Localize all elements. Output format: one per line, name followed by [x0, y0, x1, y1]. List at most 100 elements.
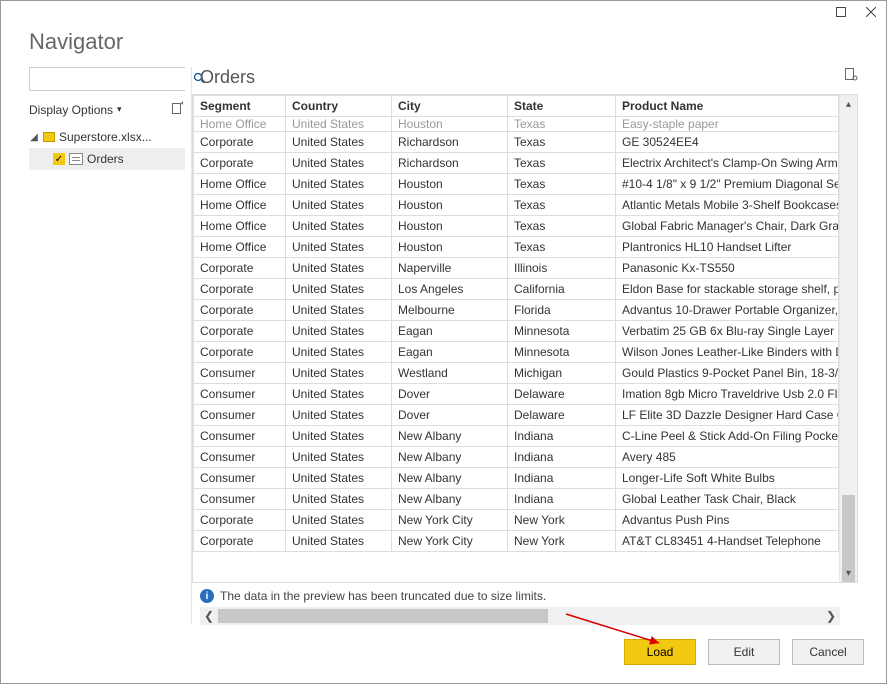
cell-state: Minnesota	[508, 342, 616, 363]
table-row[interactable]: CorporateUnited StatesMelbourneFloridaAd…	[194, 300, 839, 321]
tree-file-node[interactable]: ◢ Superstore.xlsx...	[29, 126, 185, 148]
cell-city: Richardson	[392, 153, 508, 174]
cell-state: Texas	[508, 174, 616, 195]
sheet-name-label: Orders	[87, 152, 124, 166]
cell-city: Los Angeles	[392, 279, 508, 300]
dialog-footer: Load Edit Cancel	[1, 625, 886, 683]
cell-city: Houston	[392, 174, 508, 195]
cell-city: Eagan	[392, 342, 508, 363]
col-state[interactable]: State	[508, 96, 616, 117]
table-row[interactable]: CorporateUnited StatesEaganMinnesotaWils…	[194, 342, 839, 363]
cancel-button[interactable]: Cancel	[792, 639, 864, 665]
cell-state: Texas	[508, 117, 616, 132]
horizontal-scrollbar[interactable]: ❮ ❯	[200, 607, 840, 625]
search-row	[29, 67, 185, 91]
col-city[interactable]: City	[392, 96, 508, 117]
table-row[interactable]: ConsumerUnited StatesWestlandMichiganGou…	[194, 363, 839, 384]
maximize-icon[interactable]	[834, 5, 848, 19]
cell-state: Texas	[508, 153, 616, 174]
cell-prod: LF Elite 3D Dazzle Designer Hard Case Co…	[616, 405, 839, 426]
cell-country: United States	[286, 531, 392, 552]
table-row[interactable]: ConsumerUnited StatesNew AlbanyIndianaAv…	[194, 447, 839, 468]
preview-options-icon[interactable]	[844, 67, 858, 84]
cell-seg: Corporate	[194, 321, 286, 342]
cell-prod: Gould Plastics 9-Pocket Panel Bin, 18-3/…	[616, 363, 839, 384]
cell-prod: Global Leather Task Chair, Black	[616, 489, 839, 510]
cell-prod: Panasonic Kx-TS550	[616, 258, 839, 279]
cell-state: Delaware	[508, 384, 616, 405]
table-row[interactable]: ConsumerUnited StatesDoverDelawareImatio…	[194, 384, 839, 405]
cell-city: Houston	[392, 117, 508, 132]
table-row[interactable]: CorporateUnited StatesEaganMinnesotaVerb…	[194, 321, 839, 342]
scroll-down-icon[interactable]: ▾	[840, 564, 857, 582]
col-country[interactable]: Country	[286, 96, 392, 117]
refresh-icon[interactable]	[171, 101, 185, 118]
cell-state: Texas	[508, 216, 616, 237]
table-row[interactable]: ConsumerUnited StatesNew AlbanyIndianaLo…	[194, 468, 839, 489]
cell-state: Delaware	[508, 405, 616, 426]
close-icon[interactable]	[864, 5, 878, 19]
cell-seg: Home Office	[194, 237, 286, 258]
cell-country: United States	[286, 447, 392, 468]
scroll-left-icon[interactable]: ❮	[200, 609, 218, 623]
table-row[interactable]: Home OfficeUnited StatesHoustonTexasGlob…	[194, 216, 839, 237]
cell-state: Texas	[508, 132, 616, 153]
cell-city: Dover	[392, 384, 508, 405]
col-segment[interactable]: Segment	[194, 96, 286, 117]
cell-state: New York	[508, 510, 616, 531]
cell-seg: Corporate	[194, 342, 286, 363]
truncated-message: The data in the preview has been truncat…	[220, 589, 546, 603]
table-row[interactable]: CorporateUnited StatesRichardsonTexasGE …	[194, 132, 839, 153]
col-product[interactable]: Product Name	[616, 96, 839, 117]
cell-prod: Advantus Push Pins	[616, 510, 839, 531]
cell-country: United States	[286, 258, 392, 279]
cell-prod: Electrix Architect's Clamp-On Swing Arm …	[616, 153, 839, 174]
cell-seg: Corporate	[194, 132, 286, 153]
cell-prod: Easy-staple paper	[616, 117, 839, 132]
display-options-dropdown[interactable]: Display Options ▾	[29, 103, 122, 117]
cell-seg: Consumer	[194, 363, 286, 384]
scroll-up-icon[interactable]: ▴	[840, 95, 857, 113]
table-row[interactable]: Home OfficeUnited StatesHoustonTexasEasy…	[194, 117, 839, 132]
hscroll-thumb[interactable]	[218, 609, 548, 623]
cell-city: Naperville	[392, 258, 508, 279]
cell-country: United States	[286, 153, 392, 174]
cell-country: United States	[286, 132, 392, 153]
table-row[interactable]: CorporateUnited StatesLos AngelesCalifor…	[194, 279, 839, 300]
table-row[interactable]: CorporateUnited StatesRichardsonTexasEle…	[194, 153, 839, 174]
table-row[interactable]: ConsumerUnited StatesNew AlbanyIndianaC-…	[194, 426, 839, 447]
table-row[interactable]: ConsumerUnited StatesNew AlbanyIndianaGl…	[194, 489, 839, 510]
table-row[interactable]: Home OfficeUnited StatesHoustonTexasAtla…	[194, 195, 839, 216]
cell-state: Texas	[508, 237, 616, 258]
source-tree: ◢ Superstore.xlsx... ✓ Orders	[29, 126, 185, 170]
cell-seg: Corporate	[194, 258, 286, 279]
cell-city: Dover	[392, 405, 508, 426]
table-row[interactable]: CorporateUnited StatesNapervilleIllinois…	[194, 258, 839, 279]
cell-prod: Global Fabric Manager's Chair, Dark Gray	[616, 216, 839, 237]
cell-seg: Corporate	[194, 531, 286, 552]
table-row[interactable]: ConsumerUnited StatesDoverDelawareLF Eli…	[194, 405, 839, 426]
cell-city: New Albany	[392, 468, 508, 489]
table-row[interactable]: CorporateUnited StatesNew York CityNew Y…	[194, 510, 839, 531]
cell-seg: Home Office	[194, 117, 286, 132]
cell-country: United States	[286, 117, 392, 132]
scroll-right-icon[interactable]: ❯	[822, 609, 840, 623]
cell-prod: Eldon Base for stackable storage shelf, …	[616, 279, 839, 300]
search-input[interactable]	[30, 68, 193, 90]
table-row[interactable]: CorporateUnited StatesNew York CityNew Y…	[194, 531, 839, 552]
cell-city: Melbourne	[392, 300, 508, 321]
sheet-checkbox[interactable]: ✓	[53, 153, 65, 165]
cell-country: United States	[286, 363, 392, 384]
collapse-icon[interactable]: ◢	[29, 132, 39, 143]
edit-button[interactable]: Edit	[708, 639, 780, 665]
truncated-info: i The data in the preview has been trunc…	[192, 583, 866, 607]
table-row[interactable]: Home OfficeUnited StatesHoustonTexas#10-…	[194, 174, 839, 195]
cell-city: New York City	[392, 510, 508, 531]
load-button[interactable]: Load	[624, 639, 696, 665]
vertical-scrollbar[interactable]: ▴ ▾	[839, 95, 857, 582]
tree-sheet-node[interactable]: ✓ Orders	[29, 148, 185, 170]
table-row[interactable]: Home OfficeUnited StatesHoustonTexasPlan…	[194, 237, 839, 258]
left-pane: Display Options ▾ ◢ Superstore.xlsx... ✓…	[29, 67, 191, 625]
cell-prod: Plantronics HL10 Handset Lifter	[616, 237, 839, 258]
cell-city: New Albany	[392, 489, 508, 510]
